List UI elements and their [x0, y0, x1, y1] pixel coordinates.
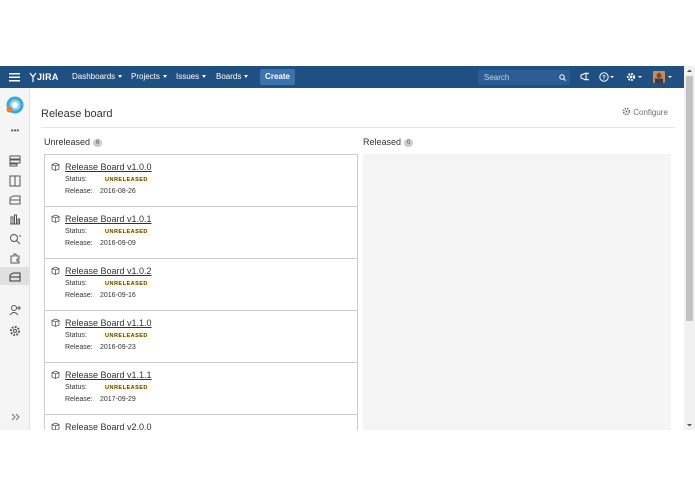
project-sidebar: •••	[0, 88, 30, 430]
jira-logo[interactable]: JIRA	[29, 66, 59, 88]
configure-button[interactable]: Configure	[622, 107, 668, 117]
status-label: Status:	[65, 384, 87, 391]
column-label: Unreleased	[44, 137, 91, 147]
status-label: Status:	[65, 228, 87, 235]
version-name-link[interactable]: Release Board v1.0.2	[65, 266, 152, 276]
reports-icon[interactable]	[8, 212, 22, 226]
version-card[interactable]: Release Board v1.1.0 Status: UNRELEASED …	[45, 311, 357, 363]
version-box-icon	[51, 422, 60, 430]
help-icon[interactable]: ?	[599, 66, 615, 88]
main-content: Release board Configure Unreleased 6 Rele…	[31, 88, 684, 430]
scroll-down-arrow-icon[interactable]	[684, 421, 695, 429]
gear-icon	[622, 107, 631, 116]
status-badge: UNRELEASED	[102, 332, 151, 340]
count-badge: 0	[404, 138, 414, 147]
status-badge: UNRELEASED	[102, 228, 151, 236]
app-switcher-icon[interactable]	[9, 66, 20, 88]
version-name-link[interactable]: Release Board v1.0.0	[65, 162, 152, 172]
release-date: 2016-09-09	[100, 240, 136, 247]
version-name-link[interactable]: Release Board v2.0.0	[65, 422, 152, 430]
version-card[interactable]: Release Board v1.1.1 Status: UNRELEASED …	[45, 363, 357, 415]
scrollbar-thumb[interactable]	[686, 76, 693, 321]
project-settings-icon[interactable]	[8, 324, 22, 338]
nav-dashboards[interactable]: Dashboards	[72, 66, 123, 88]
vertical-scrollbar[interactable]	[684, 66, 695, 430]
top-navigation-bar: JIRA Dashboards Projects Issues Boards C…	[0, 66, 684, 88]
version-card[interactable]: Release Board v1.0.2 Status: UNRELEASED …	[45, 259, 357, 311]
project-avatar[interactable]	[6, 96, 24, 114]
chevron-down-icon	[162, 75, 167, 79]
released-column-header: Released 0	[363, 137, 414, 147]
version-name-link[interactable]: Release Board v1.1.0	[65, 318, 152, 328]
app-window: JIRA Dashboards Projects Issues Boards C…	[0, 66, 695, 430]
status-label: Status:	[65, 332, 87, 339]
nav-projects[interactable]: Projects	[131, 66, 167, 88]
release-date: 2016-09-23	[100, 344, 136, 351]
column-label: Released	[363, 137, 402, 147]
search-placeholder: Search	[484, 73, 510, 82]
status-badge: UNRELEASED	[102, 280, 151, 288]
svg-text:?: ?	[602, 76, 606, 82]
backlog-icon[interactable]	[8, 154, 22, 168]
version-box-icon	[51, 318, 60, 327]
logo-text: JIRA	[37, 72, 59, 82]
issues-search-icon[interactable]	[8, 232, 22, 246]
status-badge: UNRELEASED	[102, 176, 151, 184]
version-card[interactable]: Release Board v1.0.1 Status: UNRELEASED …	[45, 207, 357, 259]
board-icon[interactable]	[8, 174, 22, 188]
nav-label: Projects	[131, 72, 160, 81]
version-box-icon	[51, 214, 60, 223]
status-label: Status:	[65, 176, 87, 183]
configure-label: Configure	[633, 108, 668, 117]
search-input[interactable]: Search	[478, 70, 570, 85]
version-card[interactable]: Release Board v1.0.0 Status: UNRELEASED …	[45, 155, 357, 207]
released-column	[363, 154, 671, 430]
count-badge: 6	[93, 138, 103, 147]
version-card[interactable]: Release Board v2.0.0	[45, 415, 357, 430]
add-people-icon[interactable]	[8, 303, 22, 317]
version-name-link[interactable]: Release Board v1.0.1	[65, 214, 152, 224]
components-icon[interactable]	[8, 251, 22, 265]
version-box-icon	[51, 370, 60, 379]
create-button[interactable]: Create	[260, 69, 295, 85]
more-icon[interactable]: •••	[8, 124, 22, 138]
unreleased-column-header: Unreleased 6	[44, 137, 103, 147]
release-label: Release:	[65, 396, 93, 403]
expand-sidebar-icon[interactable]	[8, 410, 22, 424]
status-badge: UNRELEASED	[102, 384, 151, 392]
nav-label: Dashboards	[72, 72, 116, 81]
version-box-icon	[51, 266, 60, 275]
release-date: 2016-09-16	[100, 292, 136, 299]
chevron-down-icon	[118, 75, 123, 79]
chevron-down-icon	[202, 75, 207, 79]
nav-label: Boards	[216, 72, 242, 81]
search-icon	[559, 74, 566, 81]
nav-boards[interactable]: Boards	[216, 66, 249, 88]
chevron-down-icon	[244, 75, 249, 79]
feedback-icon[interactable]	[580, 66, 590, 88]
user-avatar[interactable]	[652, 66, 674, 88]
settings-gear-icon[interactable]	[625, 66, 643, 88]
releases-icon[interactable]	[8, 193, 22, 207]
status-label: Status:	[65, 280, 87, 287]
unreleased-column: Release Board v1.0.0 Status: UNRELEASED …	[44, 154, 358, 430]
version-name-link[interactable]: Release Board v1.1.1	[65, 370, 152, 380]
release-label: Release:	[65, 240, 93, 247]
release-date: 2017-09-29	[100, 396, 136, 403]
header-divider	[41, 127, 675, 128]
nav-label: Issues	[176, 72, 200, 81]
release-label: Release:	[65, 344, 93, 351]
release-label: Release:	[65, 292, 93, 299]
version-box-icon	[51, 162, 60, 171]
page-title: Release board	[41, 108, 113, 120]
release-board-icon[interactable]	[8, 270, 22, 284]
release-date: 2016-08-26	[100, 188, 136, 195]
nav-issues[interactable]: Issues	[176, 66, 207, 88]
release-label: Release:	[65, 188, 93, 195]
scroll-up-arrow-icon[interactable]	[684, 67, 695, 75]
